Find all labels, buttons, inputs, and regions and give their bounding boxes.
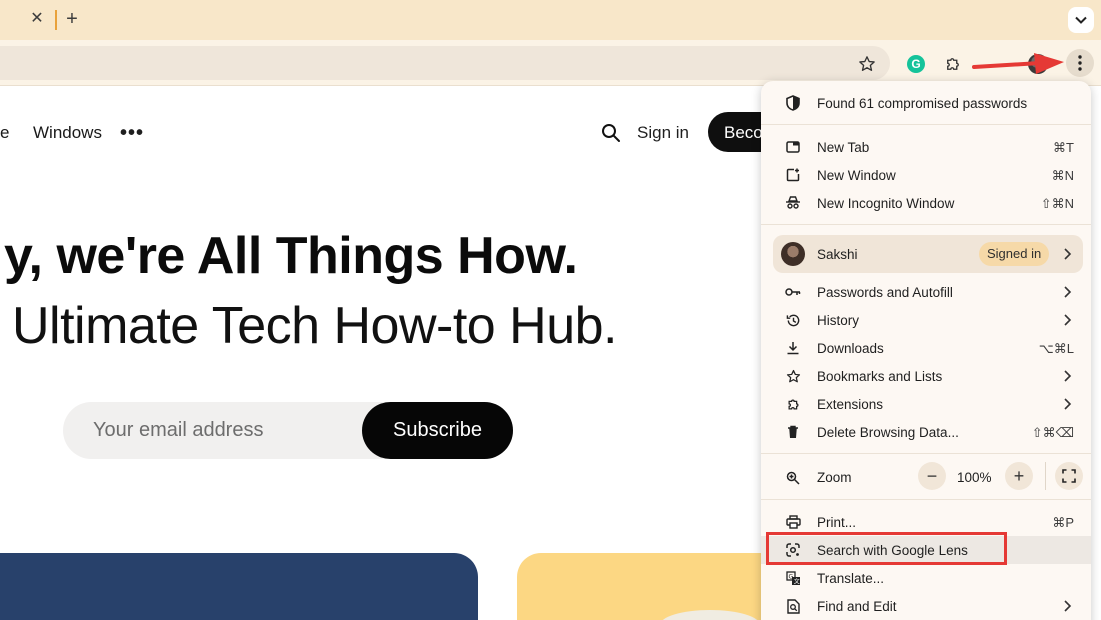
menu-divider xyxy=(761,224,1091,225)
email-field[interactable] xyxy=(93,402,353,459)
new-window-icon xyxy=(785,167,801,183)
svg-text:文: 文 xyxy=(793,577,799,585)
zoom-in-button[interactable]: + xyxy=(1005,462,1033,490)
history-icon xyxy=(785,312,801,328)
nav-more-icon[interactable]: ••• xyxy=(120,122,144,145)
menu-divider xyxy=(761,499,1091,500)
chevron-right-icon xyxy=(1064,248,1072,260)
menu-item-label: New Incognito Window xyxy=(817,196,955,211)
shield-icon xyxy=(785,95,801,111)
menu-item-new-incognito-window[interactable]: New Incognito Window ⇧⌘N xyxy=(761,189,1091,217)
menu-shortcut: ⌘P xyxy=(1052,515,1074,530)
menu-item-label: New Tab xyxy=(817,140,870,155)
menu-item-label: Downloads xyxy=(817,341,884,356)
article-card-yellow[interactable] xyxy=(517,553,777,620)
browser-toolbar xyxy=(0,40,1101,86)
menu-shortcut: ⌘N xyxy=(1051,168,1074,183)
new-tab-button[interactable]: + xyxy=(62,9,82,29)
zoom-label: Zoom xyxy=(817,470,852,485)
zoom-icon xyxy=(785,470,801,486)
close-tab-icon[interactable]: ✕ xyxy=(28,10,46,28)
extensions-icon[interactable] xyxy=(941,52,965,76)
menu-shortcut: ⇧⌘N xyxy=(1040,196,1074,211)
chrome-menu-button[interactable] xyxy=(1066,49,1094,77)
avatar xyxy=(781,242,805,266)
grammarly-icon[interactable]: G xyxy=(904,52,928,76)
menu-item-translate[interactable]: G文 Translate... xyxy=(761,564,1091,592)
menu-item-label: Extensions xyxy=(817,397,884,412)
zoom-out-button[interactable]: − xyxy=(918,462,946,490)
chevron-right-icon xyxy=(1064,370,1072,382)
chevron-right-icon xyxy=(1064,600,1072,612)
menu-item-label: Translate... xyxy=(817,571,885,586)
zoom-level: 100% xyxy=(957,470,992,485)
puzzle-icon xyxy=(785,396,801,412)
red-highlight-box xyxy=(766,532,1007,565)
subscribe-button[interactable]: Subscribe xyxy=(362,402,513,459)
signed-in-badge: Signed in xyxy=(979,242,1050,266)
newsletter-form: Subscribe xyxy=(63,402,513,459)
key-icon xyxy=(785,284,801,300)
menu-item-label: Print... xyxy=(817,515,857,530)
address-bar[interactable] xyxy=(0,46,890,80)
bookmark-star-icon[interactable] xyxy=(855,52,879,76)
grammarly-logo: G xyxy=(907,55,925,73)
menu-item-delete-browsing-data[interactable]: Delete Browsing Data... ⇧⌘⌫ xyxy=(761,418,1091,446)
chevron-down-icon xyxy=(1075,16,1087,24)
star-outline-icon xyxy=(785,368,801,384)
menu-item-history[interactable]: History xyxy=(761,306,1091,334)
tab-divider xyxy=(55,10,57,30)
fullscreen-button[interactable] xyxy=(1055,462,1083,490)
profile-row[interactable]: Sakshi Signed in xyxy=(773,235,1083,273)
menu-divider xyxy=(761,124,1091,125)
menu-item-label: Delete Browsing Data... xyxy=(817,425,959,440)
tab-strip: ✕ + xyxy=(0,0,1101,40)
chevron-right-icon xyxy=(1064,314,1072,326)
hero-headline: y, we're All Things How. xyxy=(4,227,578,285)
find-icon xyxy=(785,598,801,614)
menu-item-label: Found 61 compromised passwords xyxy=(817,96,1028,111)
menu-item-find-and-edit[interactable]: Find and Edit xyxy=(761,592,1091,620)
chevron-right-icon xyxy=(1064,286,1072,298)
print-icon xyxy=(785,514,801,530)
menu-item-label: Find and Edit xyxy=(817,599,897,614)
translate-icon: G文 xyxy=(785,570,801,586)
menu-item-extensions[interactable]: Extensions xyxy=(761,390,1091,418)
download-icon xyxy=(785,340,801,356)
zoom-divider xyxy=(1045,462,1046,490)
hero-subheading: Ultimate Tech How-to Hub. xyxy=(12,297,618,355)
menu-item-label: New Window xyxy=(817,168,896,183)
menu-shortcut: ⌘T xyxy=(1053,140,1074,155)
chevron-right-icon xyxy=(1064,398,1072,410)
nav-item-partial[interactable]: e xyxy=(0,123,9,143)
menu-item-label: Bookmarks and Lists xyxy=(817,369,943,384)
menu-item-new-tab[interactable]: New Tab ⌘T xyxy=(761,133,1091,161)
menu-item-bookmarks-lists[interactable]: Bookmarks and Lists xyxy=(761,362,1091,390)
menu-shortcut: ⌥⌘L xyxy=(1038,341,1074,356)
menu-item-new-window[interactable]: New Window ⌘N xyxy=(761,161,1091,189)
new-tab-icon xyxy=(785,139,801,155)
search-icon[interactable] xyxy=(601,123,621,143)
kebab-menu-icon xyxy=(1078,55,1082,71)
trash-icon xyxy=(785,424,801,440)
incognito-icon xyxy=(785,195,801,211)
menu-item-compromised-passwords[interactable]: Found 61 compromised passwords xyxy=(761,89,1091,117)
menu-item-label: Passwords and Autofill xyxy=(817,285,953,300)
article-card-blue[interactable] xyxy=(0,553,478,620)
menu-item-passwords-autofill[interactable]: Passwords and Autofill xyxy=(761,278,1091,306)
menu-shortcut: ⇧⌘⌫ xyxy=(1031,425,1074,440)
profile-name: Sakshi xyxy=(817,247,858,262)
menu-divider xyxy=(761,453,1091,454)
menu-item-downloads[interactable]: Downloads ⌥⌘L xyxy=(761,334,1091,362)
menu-item-label: History xyxy=(817,313,860,328)
nav-item-windows[interactable]: Windows xyxy=(33,123,102,143)
sign-in-link[interactable]: Sign in xyxy=(637,123,689,143)
fullscreen-icon xyxy=(1062,469,1076,483)
tab-search-button[interactable] xyxy=(1068,7,1094,33)
red-arrow-annotation xyxy=(972,53,1064,74)
